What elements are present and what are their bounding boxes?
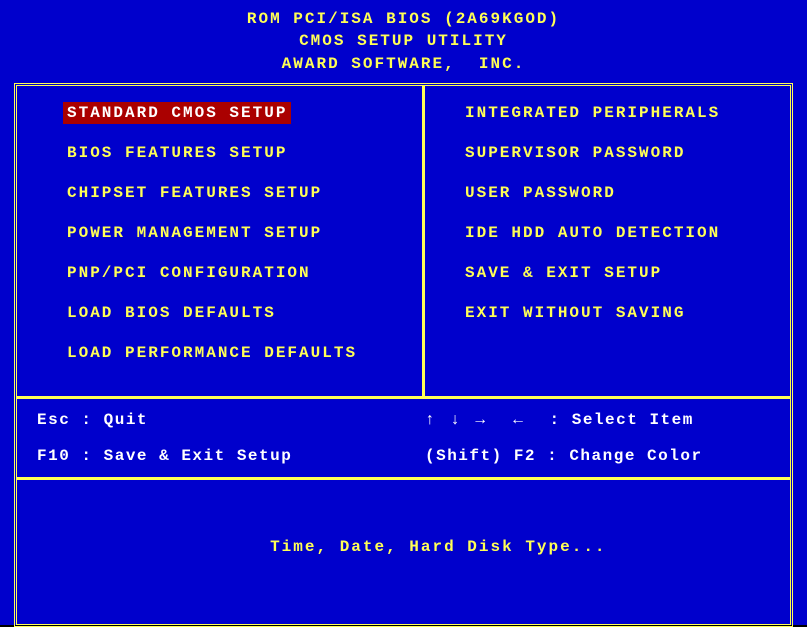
- menu-item-save-exit[interactable]: SAVE & EXIT SETUP: [465, 264, 662, 282]
- key-hints-row: Esc : Quit F10 : Save & Exit Setup ↑ ↓ →…: [17, 396, 790, 477]
- menu-item-user-password[interactable]: USER PASSWORD: [465, 184, 616, 202]
- menu-column-left: STANDARD CMOS SETUP BIOS FEATURES SETUP …: [17, 86, 425, 396]
- menu-item-chipset-features[interactable]: CHIPSET FEATURES SETUP: [67, 184, 322, 202]
- menu-item-power-management[interactable]: POWER MANAGEMENT SETUP: [67, 224, 322, 242]
- hint-shift-f2-color: (Shift) F2 : Change Color: [425, 447, 790, 465]
- arrow-keys-icon: ↑ ↓ → ←: [425, 411, 538, 429]
- header-line-1: ROM PCI/ISA BIOS (2A69KGOD): [0, 8, 807, 30]
- menu-item-exit-without-saving[interactable]: EXIT WITHOUT SAVING: [465, 304, 685, 322]
- hint-f10-save-exit: F10 : Save & Exit Setup: [37, 447, 425, 465]
- menu-item-supervisor-password[interactable]: SUPERVISOR PASSWORD: [465, 144, 685, 162]
- menu-item-load-performance-defaults[interactable]: LOAD PERFORMANCE DEFAULTS: [67, 344, 357, 362]
- bios-header: ROM PCI/ISA BIOS (2A69KGOD) CMOS SETUP U…: [0, 8, 807, 75]
- hint-arrows-select: ↑ ↓ → ← : Select Item: [425, 411, 790, 429]
- header-line-3: AWARD SOFTWARE, INC.: [0, 53, 807, 75]
- menu-item-bios-features[interactable]: BIOS FEATURES SETUP: [67, 144, 287, 162]
- menu-item-load-bios-defaults[interactable]: LOAD BIOS DEFAULTS: [67, 304, 276, 322]
- menu-item-ide-hdd-auto-detection[interactable]: IDE HDD AUTO DETECTION: [465, 224, 720, 242]
- hint-esc-quit: Esc : Quit: [37, 411, 425, 429]
- menu-item-pnp-pci[interactable]: PNP/PCI CONFIGURATION: [67, 264, 311, 282]
- menu-item-standard-cmos[interactable]: STANDARD CMOS SETUP: [63, 102, 291, 124]
- description-row: Time, Date, Hard Disk Type...: [17, 477, 790, 624]
- selected-item-description: Time, Date, Hard Disk Type...: [270, 538, 606, 556]
- menu-item-integrated-peripherals[interactable]: INTEGRATED PERIPHERALS: [465, 104, 720, 122]
- header-line-2: CMOS SETUP UTILITY: [0, 30, 807, 52]
- menu-column-right: INTEGRATED PERIPHERALS SUPERVISOR PASSWO…: [425, 86, 790, 396]
- main-menu-box: STANDARD CMOS SETUP BIOS FEATURES SETUP …: [14, 83, 793, 627]
